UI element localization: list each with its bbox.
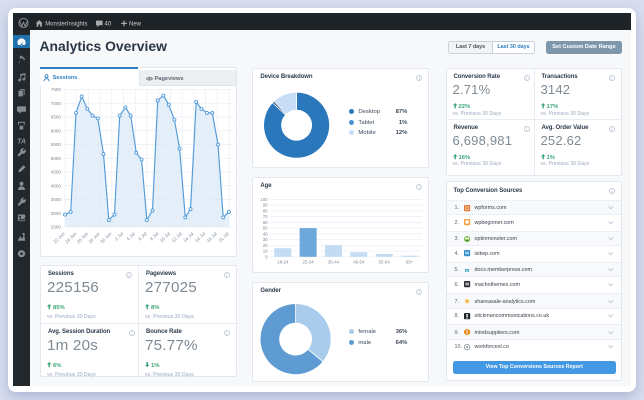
svg-text:MonsterInsights: MonsterInsights [45, 21, 87, 27]
svg-text:2 Jul: 2 Jul [114, 231, 124, 241]
svg-text:5000: 5000 [51, 156, 62, 161]
svg-text:80: 80 [263, 209, 268, 214]
svg-text:40: 40 [105, 21, 112, 27]
svg-text:16 Jul: 16 Jul [194, 231, 206, 243]
svg-text:20: 20 [263, 243, 268, 248]
svg-text:28 Jun: 28 Jun [88, 231, 102, 245]
svg-text:65+: 65+ [406, 260, 414, 265]
svg-text:10 Jul: 10 Jul [159, 231, 171, 243]
svg-text:55-64: 55-64 [379, 260, 391, 265]
svg-text:30: 30 [263, 237, 268, 242]
svg-text:4500: 4500 [51, 170, 62, 175]
svg-text:22 Jun: 22 Jun [52, 231, 66, 245]
svg-text:50: 50 [263, 226, 268, 231]
svg-text:New: New [129, 21, 142, 27]
svg-text:30 Jun: 30 Jun [99, 231, 113, 245]
svg-text:6000: 6000 [51, 128, 62, 133]
svg-text:6 Jul: 6 Jul [137, 231, 147, 241]
svg-text:35-44: 35-44 [328, 260, 340, 265]
svg-text:12 Jul: 12 Jul [171, 231, 183, 243]
svg-text:18 Jul: 18 Jul [206, 231, 218, 243]
svg-text:14 Jul: 14 Jul [182, 231, 194, 243]
svg-text:45-54: 45-54 [354, 260, 366, 265]
svg-text:5500: 5500 [51, 142, 62, 147]
svg-text:2500: 2500 [51, 225, 62, 230]
svg-text:70: 70 [263, 214, 268, 219]
svg-text:TA: TA [17, 139, 26, 146]
svg-text:4 Jul: 4 Jul [126, 231, 136, 241]
svg-text:3000: 3000 [51, 211, 62, 216]
svg-text:0: 0 [266, 254, 269, 259]
svg-text:m: m [465, 268, 470, 274]
svg-text:26 Jun: 26 Jun [76, 231, 90, 245]
svg-text:7000: 7000 [51, 101, 62, 106]
svg-text:24 Jun: 24 Jun [64, 231, 78, 245]
svg-text:3500: 3500 [51, 197, 62, 202]
svg-text:40: 40 [263, 232, 268, 237]
svg-text:M: M [465, 282, 469, 287]
svg-text:18-24: 18-24 [278, 260, 290, 265]
svg-text:21 Jul: 21 Jul [217, 231, 229, 243]
svg-text:90: 90 [263, 203, 268, 208]
svg-text:25-34: 25-34 [303, 260, 315, 265]
svg-text:6500: 6500 [51, 115, 62, 120]
svg-text:10: 10 [263, 249, 268, 254]
svg-text:100: 100 [261, 197, 269, 202]
svg-text:7500: 7500 [51, 87, 62, 92]
svg-text:60: 60 [263, 220, 268, 225]
svg-text:4000: 4000 [51, 183, 62, 188]
